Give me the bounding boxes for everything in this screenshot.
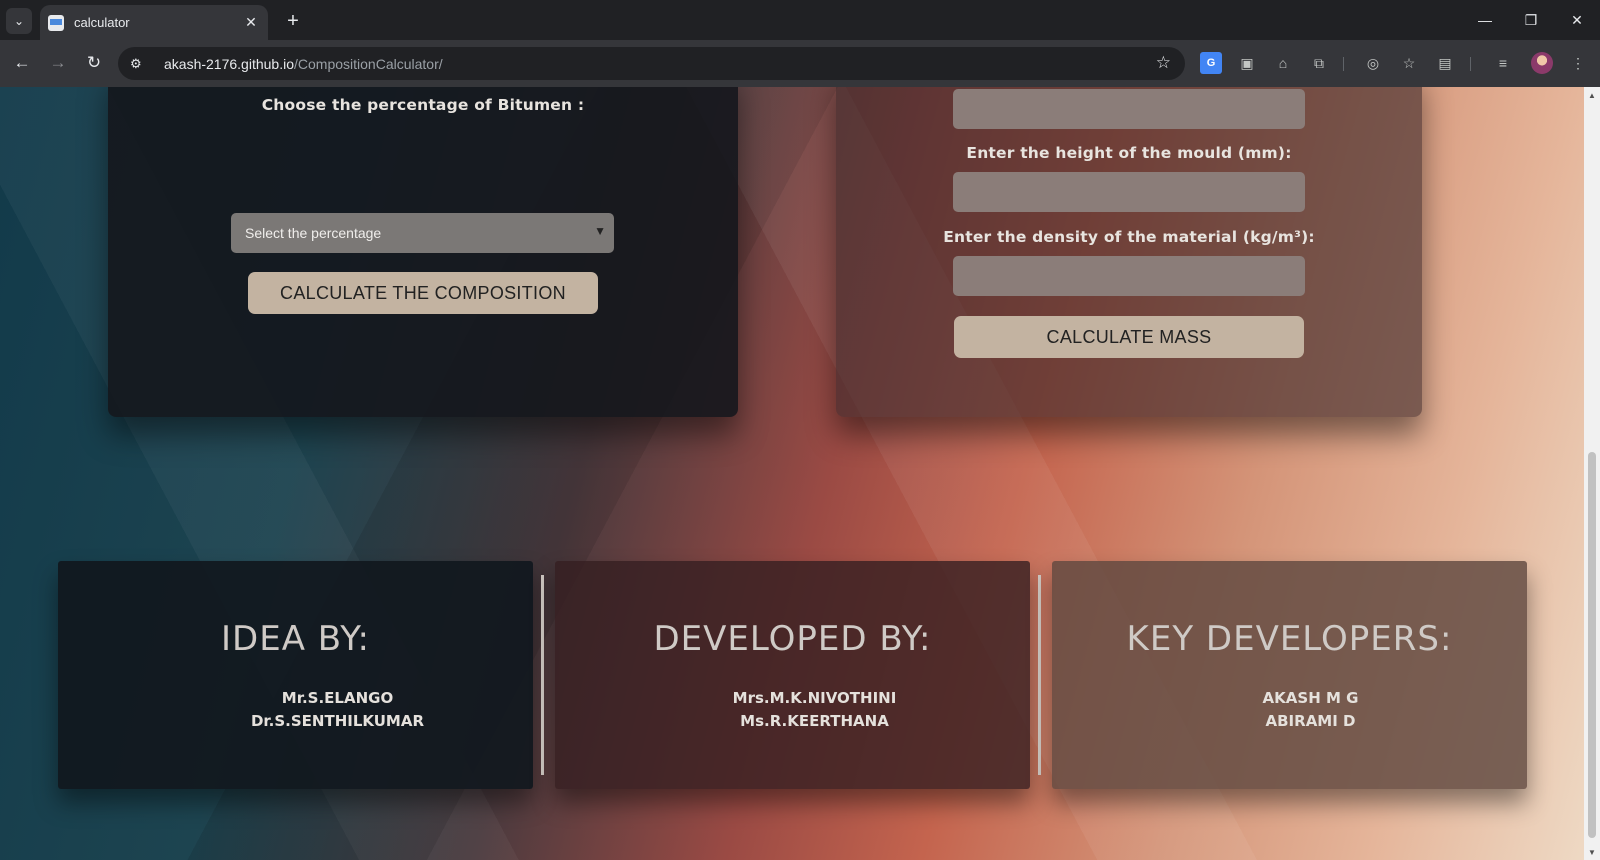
chevron-down-icon: ▼ [594,224,606,238]
calculate-mass-button[interactable]: CALCULATE MASS [954,316,1304,358]
mould-height-input[interactable] [953,172,1305,212]
credit-name: ABIRAMI D [1265,712,1356,730]
toolbar-separator [1343,57,1344,71]
site-info-icon[interactable]: ⚙ [130,56,154,72]
card-names: Mr.S.ELANGO Dr.S.SENTHILKUMAR [100,687,575,733]
side-panel-icon[interactable]: ▤ [1434,52,1456,74]
browser-tab[interactable]: calculator ✕ [40,5,268,40]
material-density-label: Enter the density of the material (kg/m³… [943,228,1315,246]
card-divider [1038,575,1041,775]
profile-avatar[interactable] [1531,52,1553,74]
card-title: KEY DEVELOPERS: [1126,619,1453,659]
minimize-icon[interactable]: — [1462,0,1508,40]
tab-search-icon[interactable]: ⌄ [6,8,32,34]
mass-panel: Enter the height of the mould (mm): Ente… [836,87,1422,417]
card-title: IDEA BY: [221,619,370,659]
card-title: DEVELOPED BY: [653,619,932,659]
url-text: akash-2176.github.io/CompositionCalculat… [164,56,443,72]
close-window-icon[interactable]: ✕ [1554,0,1600,40]
scrollbar-thumb[interactable] [1588,452,1596,838]
back-icon[interactable]: ← [9,50,35,76]
card-names: Mrs.M.K.NIVOTHINI Ms.R.KEERTHANA [577,687,1052,733]
url-host: akash-2176.github.io [164,55,294,72]
idea-by-card: IDEA BY: Mr.S.ELANGO Dr.S.SENTHILKUMAR [58,561,533,789]
card-names: AKASH M G ABIRAMI D [1073,687,1548,733]
media-queue-icon[interactable]: ≡ [1492,52,1514,74]
restore-icon[interactable]: ❐ [1508,0,1554,40]
forward-icon[interactable]: → [45,50,71,76]
new-tab-icon[interactable]: + [280,8,306,34]
credit-name: Ms.R.KEERTHANA [740,712,889,730]
material-density-input[interactable] [953,256,1305,296]
calculate-composition-button[interactable]: CALCULATE THE COMPOSITION [248,272,598,314]
reload-icon[interactable]: ↻ [81,50,107,76]
previous-value-input[interactable] [953,89,1305,129]
bitumen-label: Choose the percentage of Bitumen : [261,96,585,114]
translate-icon[interactable]: G [1200,52,1222,74]
percentage-select-value: Select the percentage [245,225,382,241]
favorites-icon[interactable]: ☆ [1398,52,1420,74]
credit-name: Mr.S.ELANGO [281,689,394,707]
toolbar-separator [1470,57,1471,71]
menu-icon[interactable]: ⋮ [1567,52,1589,74]
credit-name: Dr.S.SENTHILKUMAR [250,712,425,730]
card-divider [541,575,544,775]
screenshot-icon[interactable]: ◎ [1362,52,1384,74]
percentage-select[interactable]: Select the percentage ▼ [231,213,614,253]
address-bar[interactable]: ⚙ akash-2176.github.io/CompositionCalcul… [118,47,1185,80]
page-viewport: Choose the percentage of Bitumen : Selec… [0,87,1584,860]
credit-name: Mrs.M.K.NIVOTHINI [732,689,897,707]
extensions-icon[interactable]: ⧉ [1308,52,1330,74]
url-path: /CompositionCalculator/ [294,55,443,72]
tab-title: calculator [74,15,130,30]
scroll-down-icon[interactable]: ▼ [1584,844,1600,860]
page-scrollbar[interactable]: ▲ ▼ [1584,87,1600,860]
assistant-icon[interactable]: ⌂ [1272,52,1294,74]
browser-tab-strip: ⌄ calculator ✕ + — ❐ ✕ [0,0,1600,40]
developed-by-card: DEVELOPED BY: Mrs.M.K.NIVOTHINI Ms.R.KEE… [555,561,1030,789]
key-developers-card: KEY DEVELOPERS: AKASH M G ABIRAMI D [1052,561,1527,789]
credit-name: AKASH M G [1262,689,1359,707]
tab-close-icon[interactable]: ✕ [242,14,260,31]
site-favicon-icon [48,14,64,31]
composition-panel: Choose the percentage of Bitumen : Selec… [108,87,738,417]
browser-toolbar: ← → ↻ ⚙ akash-2176.github.io/Composition… [0,40,1600,87]
scroll-up-icon[interactable]: ▲ [1584,87,1600,103]
mould-height-label: Enter the height of the mould (mm): [966,144,1292,162]
reader-mode-icon[interactable]: ▣ [1236,52,1258,74]
bookmark-star-icon[interactable]: ☆ [1156,53,1171,73]
